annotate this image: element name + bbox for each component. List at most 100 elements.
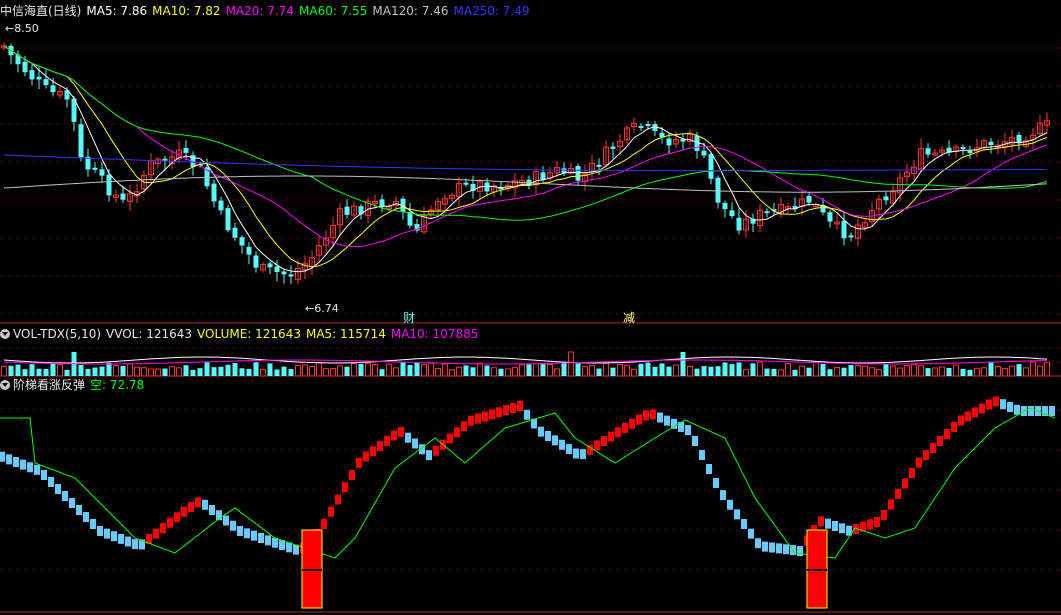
ladder-step (188, 502, 194, 512)
ladder-step (6, 454, 12, 465)
volume-bar (771, 369, 777, 376)
volume-bar (337, 365, 343, 377)
volume-bar (799, 365, 805, 377)
volume-bar (386, 363, 392, 377)
ladder-step (594, 440, 600, 451)
stock-title[interactable]: 中信海直(日线) (0, 4, 81, 18)
ladder-step (832, 521, 838, 531)
volume-bar (575, 363, 581, 376)
volume-bar (582, 366, 588, 377)
ladder-step (34, 464, 40, 475)
ladder-step (657, 412, 663, 423)
ladder-step (601, 436, 607, 446)
volume-bar (260, 368, 266, 377)
ladder-step (384, 435, 390, 446)
ladder-step (720, 490, 726, 501)
volume-bar (715, 366, 721, 376)
volume-bar (365, 363, 371, 377)
volume-bar (113, 365, 119, 377)
candle (274, 266, 280, 272)
volume-bar (505, 368, 511, 377)
volume-bar (204, 362, 210, 376)
ladder-step (475, 413, 481, 424)
ladder-step (510, 403, 516, 414)
ladder-step (195, 497, 201, 508)
volume-bar (939, 366, 945, 377)
ladder-step (426, 450, 432, 461)
volume-bar (491, 367, 497, 377)
ladder-step (356, 457, 362, 468)
volume-bar (680, 352, 686, 376)
candle (736, 217, 742, 231)
ladder-step (223, 515, 229, 526)
ladder-step (895, 489, 901, 499)
vol-indicator-name[interactable]: VOL-TDX(5,10) (13, 327, 101, 341)
volume-bar (876, 369, 882, 377)
indicator-name[interactable]: 阶梯看涨反弹 (13, 378, 85, 392)
volume-bar (764, 368, 770, 376)
candle (841, 220, 847, 239)
volume-bar (603, 362, 609, 377)
volume-bar (470, 367, 476, 376)
volume-bar (561, 363, 567, 376)
ladder-step (104, 528, 110, 539)
volume-bar (708, 366, 714, 376)
ladder-step (636, 414, 642, 425)
ladder-step (496, 407, 502, 418)
candle (92, 167, 98, 170)
candle (666, 138, 672, 146)
ladder-step (202, 499, 208, 510)
candle (232, 227, 238, 238)
ladder-step (650, 409, 656, 420)
volume-bar (323, 368, 329, 377)
candle (225, 208, 231, 231)
volume-bar (1030, 361, 1036, 377)
event-marker-cai[interactable]: 财 (403, 309, 415, 326)
volume-bar (498, 368, 504, 376)
volume-bar (729, 364, 735, 376)
volume-menu-icon[interactable] (0, 329, 10, 339)
ladder-step (608, 431, 614, 442)
volume-bar (442, 363, 448, 377)
volume-bar (869, 367, 875, 377)
volume-bar (512, 367, 518, 377)
volume-bar (197, 368, 203, 376)
volume-bar (330, 368, 336, 377)
volume-bar (190, 369, 196, 376)
ladder-step (181, 506, 187, 517)
ladder-step (13, 457, 19, 467)
ladder-step (69, 498, 75, 508)
kline-chart-canvas[interactable] (0, 0, 1061, 615)
volume-bar (554, 368, 560, 377)
indicator-menu-icon[interactable] (0, 380, 10, 390)
volume-bar (183, 365, 189, 376)
volume-bar (400, 362, 406, 376)
volume-bar (946, 367, 952, 376)
candle (729, 210, 735, 217)
ladder-step (979, 403, 985, 414)
volume-bar (127, 363, 133, 377)
ladder-step (538, 426, 544, 437)
volume-bar (862, 365, 868, 377)
volume-bar (92, 367, 98, 376)
volume-bar (484, 365, 490, 376)
ladder-step (244, 528, 250, 539)
volume-bar (540, 364, 546, 376)
volume-bar (1044, 361, 1050, 377)
ladder-step (839, 523, 845, 534)
volume-bar (134, 366, 140, 377)
volume-bar (120, 365, 126, 376)
ladder-step (629, 418, 635, 429)
event-marker-jian[interactable]: 减 (623, 309, 635, 326)
candle (638, 125, 644, 128)
ma60-label: MA60: 7.55 (299, 4, 368, 18)
volume-bar (533, 363, 539, 377)
volume-bar (981, 367, 987, 377)
candle (36, 76, 42, 80)
ladder-step (734, 509, 740, 520)
volume-bar (379, 369, 385, 376)
volume-bar (155, 368, 161, 377)
ladder-step (62, 491, 68, 501)
volume-bar (701, 366, 707, 376)
candle (43, 79, 49, 86)
